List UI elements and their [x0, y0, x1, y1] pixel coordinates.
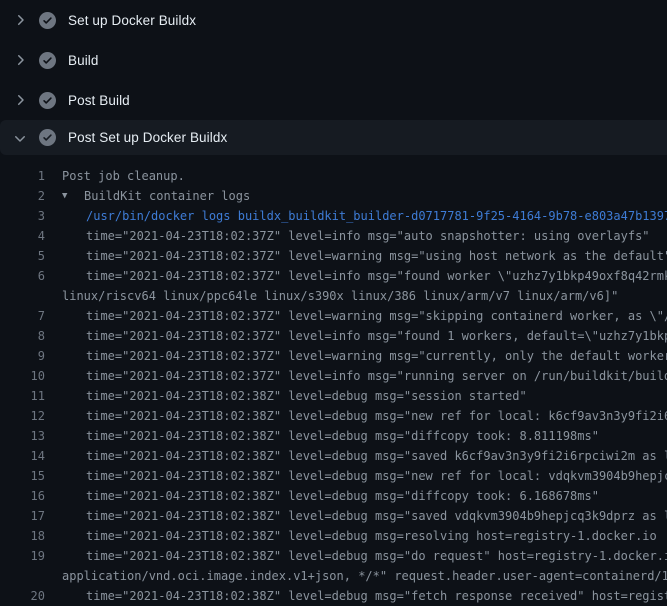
log-group-toggle[interactable]: 2 ▼BuildKit container logs — [0, 186, 667, 206]
chevron-right-icon[interactable] — [12, 52, 28, 68]
triangle-down-icon: ▼ — [62, 186, 84, 206]
line-number[interactable]: 5 — [0, 246, 45, 266]
line-number[interactable]: 8 — [0, 326, 45, 346]
log-line-wrap-continuation: linux/riscv64 linux/ppc64le linux/s390x … — [0, 286, 667, 306]
line-number[interactable] — [0, 566, 45, 586]
log-line: 7 time="2021-04-23T18:02:37Z" level=warn… — [0, 306, 667, 326]
log-line-wrap-continuation: application/vnd.oci.image.index.v1+json,… — [0, 566, 667, 586]
log-line: 17 time="2021-04-23T18:02:38Z" level=deb… — [0, 506, 667, 526]
log-line: 20 time="2021-04-23T18:02:38Z" level=deb… — [0, 586, 667, 606]
log-line: 12 time="2021-04-23T18:02:38Z" level=deb… — [0, 406, 667, 426]
line-number[interactable]: 11 — [0, 386, 45, 406]
log-line: 1 Post job cleanup. — [0, 166, 667, 186]
log-line: 11 time="2021-04-23T18:02:38Z" level=deb… — [0, 386, 667, 406]
log-line-text: /usr/bin/docker logs buildx_buildkit_bui… — [86, 206, 667, 226]
line-number[interactable]: 3 — [0, 206, 45, 226]
log-line: 13 time="2021-04-23T18:02:38Z" level=deb… — [0, 426, 667, 446]
line-number[interactable]: 15 — [0, 466, 45, 486]
line-number[interactable]: 10 — [0, 366, 45, 386]
line-number[interactable]: 9 — [0, 346, 45, 366]
check-circle-icon — [39, 12, 56, 29]
steps-list: Set up Docker Buildx Build Post Build Po… — [0, 0, 667, 155]
log-line-text: time="2021-04-23T18:02:38Z" level=debug … — [86, 546, 667, 566]
log-line-text: time="2021-04-23T18:02:38Z" level=debug … — [86, 486, 599, 506]
line-number[interactable]: 2 — [0, 186, 45, 206]
log-line: 5 time="2021-04-23T18:02:37Z" level=warn… — [0, 246, 667, 266]
line-number[interactable]: 19 — [0, 546, 45, 566]
step-title: Set up Docker Buildx — [68, 13, 196, 28]
line-number[interactable]: 4 — [0, 226, 45, 246]
step-row-post-build[interactable]: Post Build — [0, 80, 667, 120]
step-row-post-set-up-docker-buildx[interactable]: Post Set up Docker Buildx — [0, 120, 667, 155]
log-line-text: time="2021-04-23T18:02:38Z" level=debug … — [86, 506, 667, 526]
log-line-text: time="2021-04-23T18:02:37Z" level=info m… — [86, 226, 650, 246]
line-number[interactable]: 18 — [0, 526, 45, 546]
line-number[interactable]: 17 — [0, 506, 45, 526]
log-line-text: linux/riscv64 linux/ppc64le linux/s390x … — [62, 286, 618, 306]
log-line-text: application/vnd.oci.image.index.v1+json,… — [62, 566, 667, 586]
log-line-text: time="2021-04-23T18:02:37Z" level=warnin… — [86, 306, 667, 326]
log-line-text: time="2021-04-23T18:02:37Z" level=warnin… — [86, 246, 667, 266]
log-line-text: time="2021-04-23T18:02:38Z" level=debug … — [86, 426, 599, 446]
log-line-text: Post job cleanup. — [62, 166, 185, 186]
line-number[interactable]: 1 — [0, 166, 45, 186]
log-line-text: ▼BuildKit container logs — [62, 186, 250, 206]
chevron-down-icon[interactable] — [12, 130, 28, 146]
log-line: 3 /usr/bin/docker logs buildx_buildkit_b… — [0, 206, 667, 226]
chevron-right-icon[interactable] — [12, 92, 28, 108]
log-line: 19 time="2021-04-23T18:02:38Z" level=deb… — [0, 546, 667, 566]
log-line-text: time="2021-04-23T18:02:38Z" level=debug … — [86, 386, 527, 406]
line-number[interactable]: 12 — [0, 406, 45, 426]
log-line-text: time="2021-04-23T18:02:37Z" level=info m… — [86, 266, 667, 286]
line-number[interactable]: 13 — [0, 426, 45, 446]
line-number[interactable]: 6 — [0, 266, 45, 286]
log-line: 16 time="2021-04-23T18:02:38Z" level=deb… — [0, 486, 667, 506]
line-number[interactable]: 7 — [0, 306, 45, 326]
log-line: 4 time="2021-04-23T18:02:37Z" level=info… — [0, 226, 667, 246]
log-line-text: time="2021-04-23T18:02:38Z" level=debug … — [86, 466, 667, 486]
log-line: 9 time="2021-04-23T18:02:37Z" level=warn… — [0, 346, 667, 366]
step-title: Build — [68, 53, 99, 68]
log-line: 10 time="2021-04-23T18:02:37Z" level=inf… — [0, 366, 667, 386]
log-line-text: time="2021-04-23T18:02:38Z" level=debug … — [86, 406, 667, 426]
log-line: 15 time="2021-04-23T18:02:38Z" level=deb… — [0, 466, 667, 486]
line-number[interactable]: 14 — [0, 446, 45, 466]
line-number[interactable]: 16 — [0, 486, 45, 506]
log-line-text: time="2021-04-23T18:02:37Z" level=warnin… — [86, 346, 667, 366]
log-group-title: BuildKit container logs — [84, 189, 250, 203]
step-title: Post Set up Docker Buildx — [68, 130, 227, 145]
step-title: Post Build — [68, 93, 130, 108]
log-line-text: time="2021-04-23T18:02:37Z" level=info m… — [86, 326, 667, 346]
line-number[interactable] — [0, 286, 45, 306]
check-circle-icon — [39, 129, 56, 146]
log-line-text: time="2021-04-23T18:02:38Z" level=debug … — [86, 446, 667, 466]
step-row-set-up-docker-buildx[interactable]: Set up Docker Buildx — [0, 0, 667, 40]
log-line-text: time="2021-04-23T18:02:38Z" level=debug … — [86, 526, 657, 546]
log-output: 1 Post job cleanup. 2 ▼BuildKit containe… — [0, 155, 667, 606]
step-row-build[interactable]: Build — [0, 40, 667, 80]
log-line: 14 time="2021-04-23T18:02:38Z" level=deb… — [0, 446, 667, 466]
check-circle-icon — [39, 92, 56, 109]
chevron-right-icon[interactable] — [12, 12, 28, 28]
log-line-text: time="2021-04-23T18:02:37Z" level=info m… — [86, 366, 667, 386]
check-circle-icon — [39, 52, 56, 69]
log-line: 8 time="2021-04-23T18:02:37Z" level=info… — [0, 326, 667, 346]
log-line: 18 time="2021-04-23T18:02:38Z" level=deb… — [0, 526, 667, 546]
log-line-text: time="2021-04-23T18:02:38Z" level=debug … — [86, 586, 667, 606]
line-number[interactable]: 20 — [0, 586, 45, 606]
log-line: 6 time="2021-04-23T18:02:37Z" level=info… — [0, 266, 667, 286]
